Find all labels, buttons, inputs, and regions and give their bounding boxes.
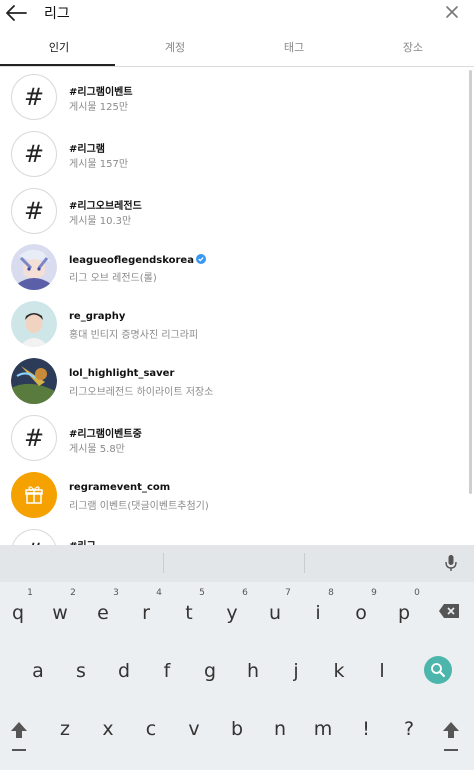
tab-bar: 인기 계정 태그 장소: [0, 36, 474, 66]
search-bar: 리그: [0, 0, 474, 26]
result-title: #리그: [69, 537, 96, 545]
key-t[interactable]: t: [169, 593, 209, 633]
result-subtitle: 리그오브레전드 하이라이트 저장소: [69, 387, 214, 398]
hashtag-icon: #: [11, 131, 57, 177]
username: leagueoflegendskorea: [69, 255, 194, 266]
suggestion-strip: [0, 545, 474, 582]
list-item[interactable]: # #리그램 게시물 157만: [0, 126, 474, 183]
key-question[interactable]: ?: [389, 709, 429, 749]
result-title: regramevent_com: [69, 482, 171, 493]
hashtag-icon: #: [11, 529, 57, 545]
list-item[interactable]: # #리그램이벤트 게시물 125만: [0, 69, 474, 126]
avatar: [11, 358, 57, 404]
hashtag-icon: #: [11, 74, 57, 120]
list-item[interactable]: # #리그: [0, 525, 474, 545]
suggestion-divider: [163, 553, 164, 573]
search-key-icon[interactable]: [424, 656, 452, 684]
shift-icon[interactable]: [10, 720, 28, 754]
tab-tags[interactable]: 태그: [235, 36, 353, 66]
keyboard: 1 2 3 4 5 6 7 8 9 0 q w e r t y u i o p …: [0, 545, 474, 770]
key-e[interactable]: e: [83, 593, 123, 633]
results-list: # #리그램이벤트 게시물 125만 # #리그램 게시물 157만 # #리그…: [0, 67, 474, 545]
key-exclamation[interactable]: !: [346, 709, 386, 749]
result-title: #리그오브레전드: [69, 201, 142, 212]
key-l[interactable]: l: [362, 651, 402, 691]
list-item[interactable]: # #리그오브레전드 게시물 10.3만: [0, 183, 474, 240]
scrollbar[interactable]: [469, 70, 472, 494]
suggestion-divider: [304, 553, 305, 573]
avatar: [11, 244, 57, 290]
key-v[interactable]: v: [174, 709, 214, 749]
backspace-icon[interactable]: [438, 603, 460, 619]
key-d[interactable]: d: [104, 651, 144, 691]
result-title: lol_highlight_saver: [69, 368, 175, 379]
result-title: #리그램이벤트: [69, 87, 133, 98]
avatar: [11, 472, 57, 518]
key-s[interactable]: s: [61, 651, 101, 691]
hashtag-icon: #: [11, 415, 57, 461]
key-z[interactable]: z: [45, 709, 85, 749]
key-o[interactable]: o: [341, 593, 381, 633]
list-item[interactable]: lol_highlight_saver 리그오브레전드 하이라이트 저장소: [0, 354, 474, 411]
league-character-avatar-icon: [11, 244, 57, 290]
tab-places[interactable]: 장소: [354, 36, 472, 66]
tab-accounts[interactable]: 계정: [116, 36, 234, 66]
key-y[interactable]: y: [212, 593, 252, 633]
key-w[interactable]: w: [40, 593, 80, 633]
back-arrow-icon[interactable]: [4, 2, 28, 24]
result-subtitle: 게시물 157만: [69, 159, 129, 170]
result-subtitle: 게시물 125만: [69, 102, 129, 113]
highlight-art-avatar-icon: [11, 358, 57, 404]
key-j[interactable]: j: [276, 651, 316, 691]
result-title: re_graphy: [69, 311, 126, 322]
verified-badge-icon: [195, 254, 206, 264]
key-g[interactable]: g: [190, 651, 230, 691]
key-p[interactable]: p: [384, 593, 424, 633]
result-subtitle: 게시물 5.8만: [69, 444, 125, 455]
hashtag-icon: #: [11, 188, 57, 234]
key-x[interactable]: x: [88, 709, 128, 749]
key-a[interactable]: a: [18, 651, 58, 691]
result-subtitle: 리그램 이벤트(댓글이벤트추첨기): [69, 501, 209, 512]
key-n[interactable]: n: [260, 709, 300, 749]
result-title: leagueoflegendskorea: [69, 254, 206, 266]
close-icon[interactable]: [442, 2, 462, 22]
search-input[interactable]: 리그: [44, 3, 70, 23]
list-item[interactable]: regramevent_com 리그램 이벤트(댓글이벤트추첨기): [0, 468, 474, 525]
result-title: #리그램: [69, 144, 105, 155]
person-photo-avatar-icon: [11, 301, 57, 347]
tab-top[interactable]: 인기: [0, 36, 118, 66]
result-subtitle: 게시물 10.3만: [69, 216, 132, 227]
key-f[interactable]: f: [147, 651, 187, 691]
key-i[interactable]: i: [298, 593, 338, 633]
key-u[interactable]: u: [255, 593, 295, 633]
list-item[interactable]: re_graphy 홍대 빈티지 증명사진 리그라피: [0, 297, 474, 354]
result-title: #리그램이벤트중: [69, 429, 142, 440]
microphone-icon[interactable]: [444, 554, 458, 572]
key-r[interactable]: r: [126, 593, 166, 633]
avatar: [11, 301, 57, 347]
list-item[interactable]: # #리그램이벤트중 게시물 5.8만: [0, 411, 474, 468]
gift-icon: [25, 486, 43, 504]
key-m[interactable]: m: [303, 709, 343, 749]
key-k[interactable]: k: [319, 651, 359, 691]
key-h[interactable]: h: [233, 651, 273, 691]
key-c[interactable]: c: [131, 709, 171, 749]
result-subtitle: 홍대 빈티지 증명사진 리그라피: [69, 330, 199, 341]
result-subtitle: 리그 오브 레전드(롤): [69, 273, 157, 284]
key-b[interactable]: b: [217, 709, 257, 749]
list-item[interactable]: leagueoflegendskorea 리그 오브 레전드(롤): [0, 240, 474, 297]
shift-icon[interactable]: [442, 720, 460, 754]
key-q[interactable]: q: [0, 593, 38, 633]
